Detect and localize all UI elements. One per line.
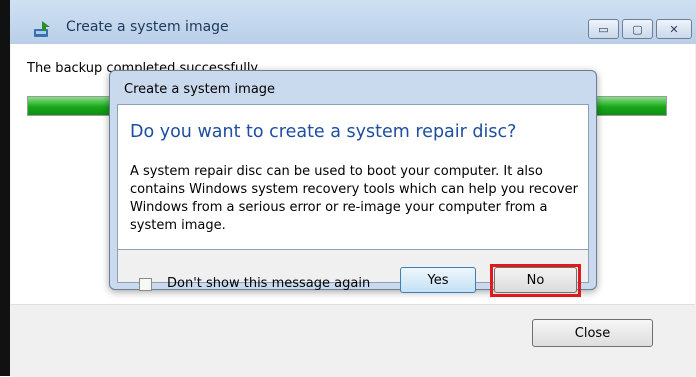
dialog-title: Create a system image <box>124 82 276 97</box>
yes-button[interactable]: Yes <box>400 267 476 293</box>
backup-icon <box>32 19 54 39</box>
dialog-heading: Do you want to create a system repair di… <box>130 122 517 142</box>
repair-disc-dialog: Create a system image Do you want to cre… <box>109 70 597 297</box>
title-bar[interactable]: Create a system image ▭ ▢ ✕ <box>10 0 696 44</box>
close-window-button[interactable]: ✕ <box>656 19 692 39</box>
maximize-button[interactable]: ▢ <box>622 19 653 39</box>
dialog-body: Do you want to create a system repair di… <box>117 104 589 250</box>
dont-show-again-label[interactable]: Don't show this message again <box>167 276 370 291</box>
close-button[interactable]: Close <box>532 319 653 347</box>
no-button[interactable]: No <box>494 267 577 293</box>
minimize-button[interactable]: ▭ <box>588 19 619 39</box>
background-window-edge <box>0 0 10 376</box>
maximize-icon: ▢ <box>632 22 643 36</box>
close-icon: ✕ <box>669 22 679 36</box>
dialog-message: A system repair disc can be used to boot… <box>130 164 578 233</box>
dont-show-again-checkbox[interactable] <box>139 278 152 291</box>
minimize-icon: ▭ <box>598 22 609 36</box>
window-title: Create a system image <box>66 19 229 35</box>
